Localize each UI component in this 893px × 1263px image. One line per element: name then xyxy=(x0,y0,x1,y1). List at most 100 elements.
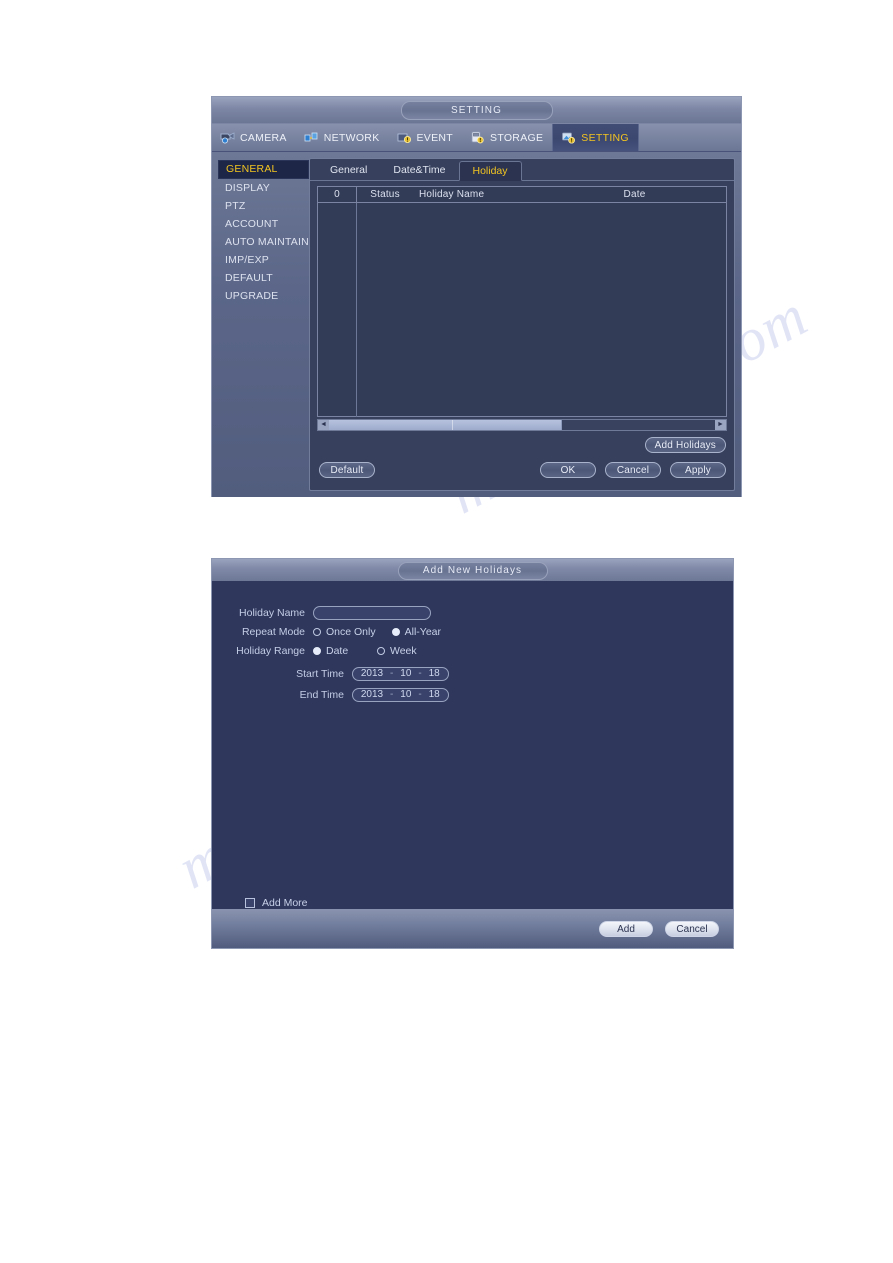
date-separator: - xyxy=(418,668,422,679)
radio-dot-selected-icon xyxy=(313,646,321,655)
sidebar-item-general[interactable]: GENERAL xyxy=(218,160,309,179)
repeat-mode-label: Repeat Mode xyxy=(241,625,305,638)
apply-button[interactable]: Apply xyxy=(670,462,726,478)
end-month-value[interactable]: 10 xyxy=(399,689,412,700)
sidebar-item-label: DISPLAY xyxy=(225,182,270,194)
settings-sidebar: GENERAL DISPLAY PTZ ACCOUNT AUTO MAINTAI… xyxy=(212,158,309,491)
holiday-range-row: Holiday Range Date Week xyxy=(212,641,733,660)
event-icon xyxy=(397,131,412,144)
table-body-empty xyxy=(318,203,726,417)
menu-item-label: EVENT xyxy=(416,131,454,144)
sidebar-item-label: GENERAL xyxy=(226,163,278,175)
cancel-button[interactable]: Cancel xyxy=(665,920,719,937)
sidebar-item-auto-maintain[interactable]: AUTO MAINTAIN xyxy=(212,233,309,251)
scrollbar-thumb[interactable] xyxy=(329,420,562,430)
radio-range-week[interactable]: Week xyxy=(377,645,417,657)
start-date-field[interactable]: 2013 - 10 - 18 xyxy=(352,666,449,681)
tab-label: Holiday xyxy=(472,165,508,177)
ok-button[interactable]: OK xyxy=(540,462,596,478)
sidebar-item-ptz[interactable]: PTZ xyxy=(212,197,309,215)
sidebar-item-imp-exp[interactable]: IMP/EXP xyxy=(212,251,309,269)
add-holiday-title: Add New Holidays xyxy=(397,562,548,580)
end-year-value[interactable]: 2013 xyxy=(360,689,384,700)
end-date-field[interactable]: 2013 - 10 - 18 xyxy=(352,687,449,702)
holiday-range-label: Holiday Range xyxy=(236,644,305,657)
radio-dot-icon xyxy=(313,627,321,636)
sidebar-item-account[interactable]: ACCOUNT xyxy=(212,215,309,233)
sidebar-item-label: DEFAULT xyxy=(225,272,273,284)
add-holidays-button[interactable]: Add Holidays xyxy=(644,437,726,453)
end-time-label: End Time xyxy=(299,688,344,701)
radio-dot-icon xyxy=(377,646,385,655)
window-titlebar: SETTING xyxy=(212,97,741,124)
radio-label: Date xyxy=(326,644,349,657)
sidebar-item-display[interactable]: DISPLAY xyxy=(212,179,309,197)
column-header-date: Date xyxy=(623,189,646,200)
tab-date-time[interactable]: Date&Time xyxy=(380,160,458,180)
scroll-left-arrow-icon[interactable]: ◄ xyxy=(318,420,329,430)
sidebar-item-label: PTZ xyxy=(225,200,246,212)
setting-icon xyxy=(561,131,576,144)
radio-once-only[interactable]: Once Only xyxy=(313,626,376,638)
tab-general[interactable]: General xyxy=(317,160,380,180)
menu-item-label: SETTING xyxy=(581,131,629,144)
add-more-checkbox[interactable] xyxy=(245,897,255,908)
add-holiday-titlebar: Add New Holidays xyxy=(212,559,733,581)
menu-item-event[interactable]: EVENT xyxy=(389,124,463,151)
column-header-index: 0 xyxy=(318,187,357,202)
add-holiday-footer: Add Cancel xyxy=(212,909,733,948)
start-year-value[interactable]: 2013 xyxy=(360,668,384,679)
holiday-name-row: Holiday Name xyxy=(212,603,733,622)
cancel-button[interactable]: Cancel xyxy=(605,462,661,478)
tab-label: General xyxy=(330,164,368,176)
menu-item-storage[interactable]: STORAGE xyxy=(462,124,552,151)
radio-range-date[interactable]: Date xyxy=(313,645,377,657)
menu-item-label: STORAGE xyxy=(490,131,544,144)
radio-label: All-Year xyxy=(404,625,441,638)
menu-item-setting[interactable]: SETTING xyxy=(552,124,639,151)
sidebar-item-default[interactable]: DEFAULT xyxy=(212,269,309,287)
holiday-table: 0 Status Holiday Name Date xyxy=(317,186,727,417)
sidebar-item-label: IMP/EXP xyxy=(225,254,269,266)
add-holiday-body: Holiday Name Repeat Mode Once Only All-Y… xyxy=(212,581,733,909)
holiday-name-label: Holiday Name xyxy=(239,606,305,619)
column-header-holiday-name: Holiday Name xyxy=(419,189,485,200)
date-separator: - xyxy=(390,689,394,700)
network-icon xyxy=(304,131,319,144)
storage-icon xyxy=(470,131,485,144)
repeat-mode-row: Repeat Mode Once Only All-Year xyxy=(212,622,733,641)
menu-item-label: CAMERA xyxy=(240,131,287,144)
default-button[interactable]: Default xyxy=(319,462,375,478)
radio-all-year[interactable]: All-Year xyxy=(391,625,441,638)
confirm-button-group: OK Cancel Apply xyxy=(540,462,726,478)
sidebar-item-upgrade[interactable]: UPGRADE xyxy=(212,287,309,305)
horizontal-scrollbar[interactable]: ◄ ► xyxy=(317,419,727,431)
sidebar-item-label: UPGRADE xyxy=(225,290,279,302)
date-separator: - xyxy=(390,668,394,679)
main-menu-bar: CAMERA NETWORK EVENT STORAGE SETTING xyxy=(212,124,741,152)
holiday-name-input[interactable] xyxy=(313,605,431,620)
start-month-value[interactable]: 10 xyxy=(399,668,412,679)
add-holidays-row: Add Holidays xyxy=(644,437,726,453)
start-day-value[interactable]: 18 xyxy=(428,668,441,679)
setting-window: SETTING CAMERA NETWORK EVENT STORAGE SET… xyxy=(211,96,742,497)
add-more-label: Add More xyxy=(262,896,308,909)
table-header-row: 0 Status Holiday Name Date xyxy=(318,187,726,203)
tab-holiday[interactable]: Holiday xyxy=(458,161,522,181)
sidebar-item-label: AUTO MAINTAIN xyxy=(225,236,309,248)
dialog-button-row: Default OK Cancel Apply xyxy=(319,462,726,478)
sidebar-item-label: ACCOUNT xyxy=(225,218,279,230)
menu-item-camera[interactable]: CAMERA xyxy=(212,124,296,151)
end-day-value[interactable]: 18 xyxy=(428,689,441,700)
table-column-divider xyxy=(356,203,357,417)
tab-bar: General Date&Time Holiday xyxy=(310,159,734,181)
column-header-status: Status xyxy=(370,189,400,200)
add-button[interactable]: Add xyxy=(599,920,653,937)
menu-item-network[interactable]: NETWORK xyxy=(296,124,389,151)
menu-bar-filler xyxy=(639,124,741,151)
scrollbar-track[interactable] xyxy=(329,420,715,430)
menu-item-label: NETWORK xyxy=(323,131,380,144)
window-body: GENERAL DISPLAY PTZ ACCOUNT AUTO MAINTAI… xyxy=(212,152,741,497)
scroll-right-arrow-icon[interactable]: ► xyxy=(715,420,726,430)
date-separator: - xyxy=(418,689,422,700)
